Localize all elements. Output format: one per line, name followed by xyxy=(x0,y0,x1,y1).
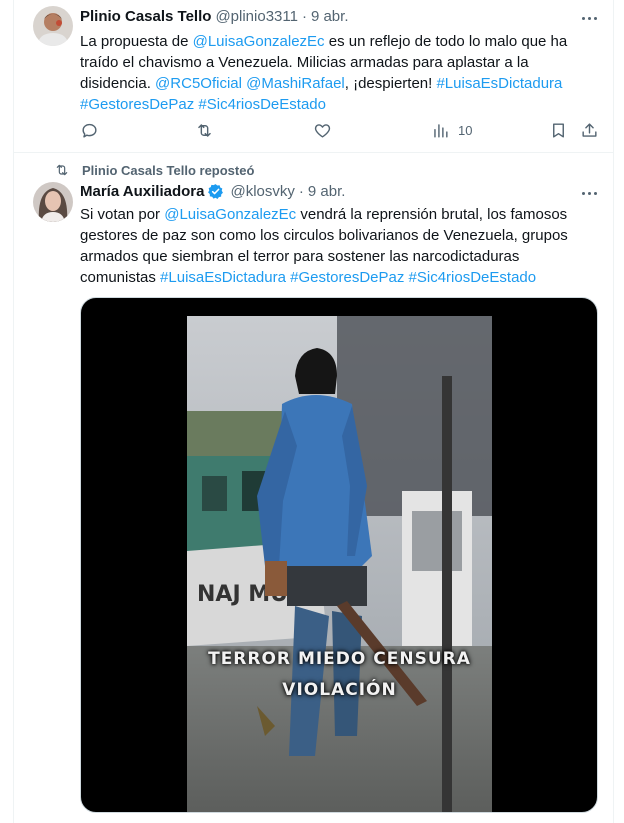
views-icon xyxy=(434,124,448,138)
tweet-text-segment: Si votan por xyxy=(80,206,165,223)
separator: · xyxy=(298,183,304,200)
bookmark-icon xyxy=(553,123,564,138)
more-icon[interactable] xyxy=(579,8,599,28)
bookmark-button[interactable] xyxy=(549,121,568,140)
hashtag-link[interactable]: #LuisaEsDictadura xyxy=(436,75,562,92)
reply-button[interactable] xyxy=(80,121,99,140)
hashtag-link[interactable]: #Sic4riosDeEstado xyxy=(198,96,326,113)
tweet-date[interactable]: 9 abr. xyxy=(311,8,349,25)
like-button[interactable] xyxy=(313,121,332,140)
tweet-plinio[interactable]: Plinio Casals Tello @plinio3311 · 9 abr.… xyxy=(13,0,613,152)
author-name[interactable]: María Auxiliadora xyxy=(80,183,204,200)
hashtag-link[interactable]: #LuisaEsDictadura xyxy=(160,269,286,286)
video-caption-line1: TERROR MIEDO CENSURA xyxy=(208,649,471,669)
more-icon[interactable] xyxy=(579,183,599,203)
tweet-actions: 10 xyxy=(80,121,600,141)
column-border-right xyxy=(613,0,614,823)
tweet-text: La propuesta de @LuisaGonzalezEc es un r… xyxy=(80,31,590,115)
hashtag-link[interactable]: #GestoresDePaz xyxy=(80,96,194,113)
video-caption-line2: VIOLACIÓN xyxy=(282,680,397,700)
views-button[interactable]: 10 xyxy=(431,121,472,140)
tweet-text-segment: , ¡despierten! xyxy=(344,75,437,92)
views-count: 10 xyxy=(458,123,473,138)
separator: · xyxy=(301,8,307,25)
video-still: NAJ MUNC xyxy=(187,316,492,812)
tweet-text: Si votan por @LuisaGonzalezEc vendrá la … xyxy=(80,204,590,288)
tweet-divider xyxy=(13,152,613,153)
mention-link[interactable]: @LuisaGonzalezEc xyxy=(193,33,325,50)
mention-link[interactable]: @MashiRafael xyxy=(246,75,345,92)
author-handle[interactable]: @plinio3311 xyxy=(215,8,298,25)
timeline: Plinio Casals Tello @plinio3311 · 9 abr.… xyxy=(0,0,624,823)
tweet-date[interactable]: 9 abr. xyxy=(308,183,346,200)
avatar[interactable] xyxy=(33,6,73,46)
mention-link[interactable]: @LuisaGonzalezEc xyxy=(164,206,296,223)
video-frame: NAJ MUNC TERROR MIEDO CENSURA VIOLACIÓN xyxy=(187,316,492,812)
hashtag-link[interactable]: #Sic4riosDeEstado xyxy=(409,269,537,286)
retweet-icon xyxy=(198,124,211,137)
tweet-video[interactable]: NAJ MUNC TERROR MIEDO CENSURA VIOLACIÓN xyxy=(80,297,598,813)
mention-link[interactable]: @RC5Oficial xyxy=(155,75,242,92)
author-handle[interactable]: @klosvky xyxy=(230,183,294,200)
verified-badge-icon xyxy=(208,184,224,200)
author-name[interactable]: Plinio Casals Tello xyxy=(80,8,211,25)
like-icon xyxy=(314,124,331,138)
retweet-button[interactable] xyxy=(195,121,214,140)
share-icon xyxy=(582,123,597,137)
avatar[interactable] xyxy=(33,182,73,222)
tweet-text-segment: La propuesta de xyxy=(80,33,193,50)
reply-icon xyxy=(82,123,97,138)
hashtag-link[interactable]: #GestoresDePaz xyxy=(290,269,404,286)
share-button[interactable] xyxy=(580,121,599,140)
